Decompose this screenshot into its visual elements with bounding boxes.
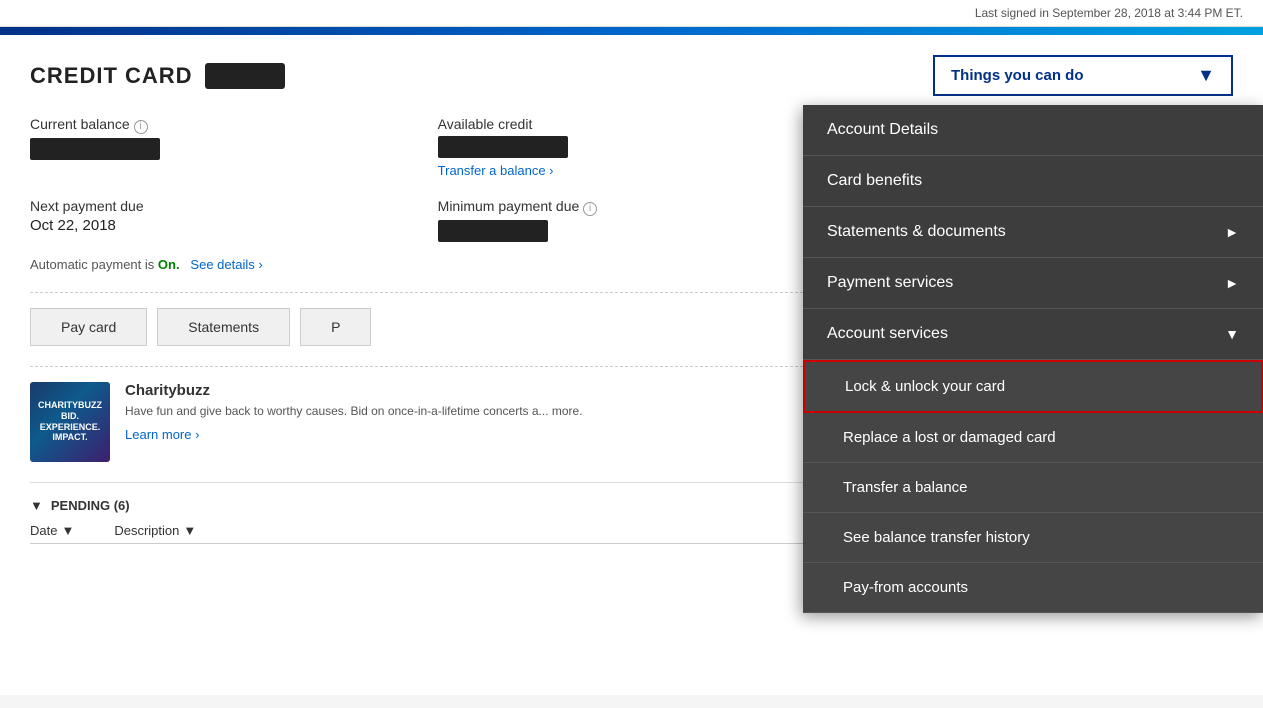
transfer-balance-label: Transfer a balance xyxy=(843,479,968,496)
replace-card-label: Replace a lost or damaged card xyxy=(843,429,1056,446)
main-container: CREDIT CARD Things you can do ▼ Current … xyxy=(0,35,1263,695)
things-you-can-do-button[interactable]: Things you can do ▼ xyxy=(933,55,1233,96)
charity-image: CHARITYBUZZ BID. EXPERIENCE. IMPACT. xyxy=(30,382,110,462)
sort-icon: ▼ xyxy=(61,523,74,538)
date-column-header[interactable]: Date ▼ xyxy=(30,523,74,538)
arrow-right-icon-2: ► xyxy=(1225,275,1239,291)
minimum-payment-section: Minimum payment due i xyxy=(438,198,826,242)
dropdown-item-statements[interactable]: Statements & documents ► xyxy=(803,207,1263,258)
account-details-label: Account Details xyxy=(827,121,938,139)
next-payment-label: Next payment due xyxy=(30,198,144,214)
statements-button[interactable]: Statements xyxy=(157,308,290,346)
lock-unlock-label: Lock & unlock your card xyxy=(845,378,1005,395)
page-title: CREDIT CARD xyxy=(30,63,193,89)
available-credit-value xyxy=(438,136,568,158)
credit-card-title: CREDIT CARD xyxy=(30,63,285,89)
last-signed-text: Last signed in September 28, 2018 at 3:4… xyxy=(975,6,1243,20)
minimum-payment-value xyxy=(438,220,548,242)
dropdown-item-card-benefits[interactable]: Card benefits xyxy=(803,156,1263,207)
available-credit-section: Available credit Transfer a balance › xyxy=(438,116,826,178)
dropdown-item-transfer-balance[interactable]: Transfer a balance xyxy=(803,463,1263,513)
description-column-header[interactable]: Description ▼ xyxy=(114,523,196,538)
transfer-balance-link[interactable]: Transfer a balance › xyxy=(438,163,826,178)
dropdown-item-balance-history[interactable]: See balance transfer history xyxy=(803,513,1263,563)
topbar: Last signed in September 28, 2018 at 3:4… xyxy=(0,0,1263,27)
card-benefits-label: Card benefits xyxy=(827,172,922,190)
current-balance-label: Current balance i xyxy=(30,116,148,132)
next-payment-section: Next payment due Oct 22, 2018 xyxy=(30,198,418,242)
current-balance-section: Current balance i xyxy=(30,116,418,178)
chevron-down-icon: ▼ xyxy=(1197,65,1215,86)
learn-more-link[interactable]: Learn more › xyxy=(125,427,199,442)
available-credit-label: Available credit xyxy=(438,116,533,132)
dropdown-item-account-services[interactable]: Account services ▼ xyxy=(803,309,1263,360)
minimum-payment-label: Minimum payment due i xyxy=(438,198,598,214)
minimum-payment-info-icon[interactable]: i xyxy=(583,202,597,216)
balance-history-label: See balance transfer history xyxy=(843,529,1030,546)
triangle-icon: ▼ xyxy=(30,498,43,513)
arrow-down-icon: ▼ xyxy=(1225,326,1239,342)
current-balance-info-icon[interactable]: i xyxy=(134,120,148,134)
payment-services-label: Payment services xyxy=(827,274,953,292)
dropdown-item-account-details[interactable]: Account Details xyxy=(803,105,1263,156)
current-balance-value xyxy=(30,138,160,160)
dropdown-item-pay-from-accounts[interactable]: Pay-from accounts xyxy=(803,563,1263,613)
pay-from-accounts-label: Pay-from accounts xyxy=(843,579,968,596)
dropdown-item-lock-unlock[interactable]: Lock & unlock your card xyxy=(803,360,1263,413)
charity-name: Charitybuzz xyxy=(125,382,583,399)
statements-label: Statements & documents xyxy=(827,223,1006,241)
charity-description: Have fun and give back to worthy causes.… xyxy=(125,404,583,418)
next-payment-value: Oct 22, 2018 xyxy=(30,217,418,234)
credit-card-header: CREDIT CARD Things you can do ▼ xyxy=(30,55,1233,96)
card-number-mask xyxy=(205,63,285,89)
things-button-label: Things you can do xyxy=(951,67,1084,84)
pending-label: PENDING (6) xyxy=(51,498,130,513)
dropdown-item-payment-services[interactable]: Payment services ► xyxy=(803,258,1263,309)
charity-content: Charitybuzz Have fun and give back to wo… xyxy=(125,382,583,442)
arrow-right-icon: ► xyxy=(1225,224,1239,240)
see-details-link[interactable]: See details › xyxy=(190,257,262,272)
auto-payment-status: On. xyxy=(158,257,180,272)
dropdown-item-replace-card[interactable]: Replace a lost or damaged card xyxy=(803,413,1263,463)
blue-stripe xyxy=(0,27,1263,35)
pay-card-button[interactable]: Pay card xyxy=(30,308,147,346)
account-services-label: Account services xyxy=(827,325,948,343)
third-action-button[interactable]: P xyxy=(300,308,371,346)
things-dropdown-menu: Account Details Card benefits Statements… xyxy=(803,105,1263,613)
sort-icon-desc: ▼ xyxy=(183,523,196,538)
